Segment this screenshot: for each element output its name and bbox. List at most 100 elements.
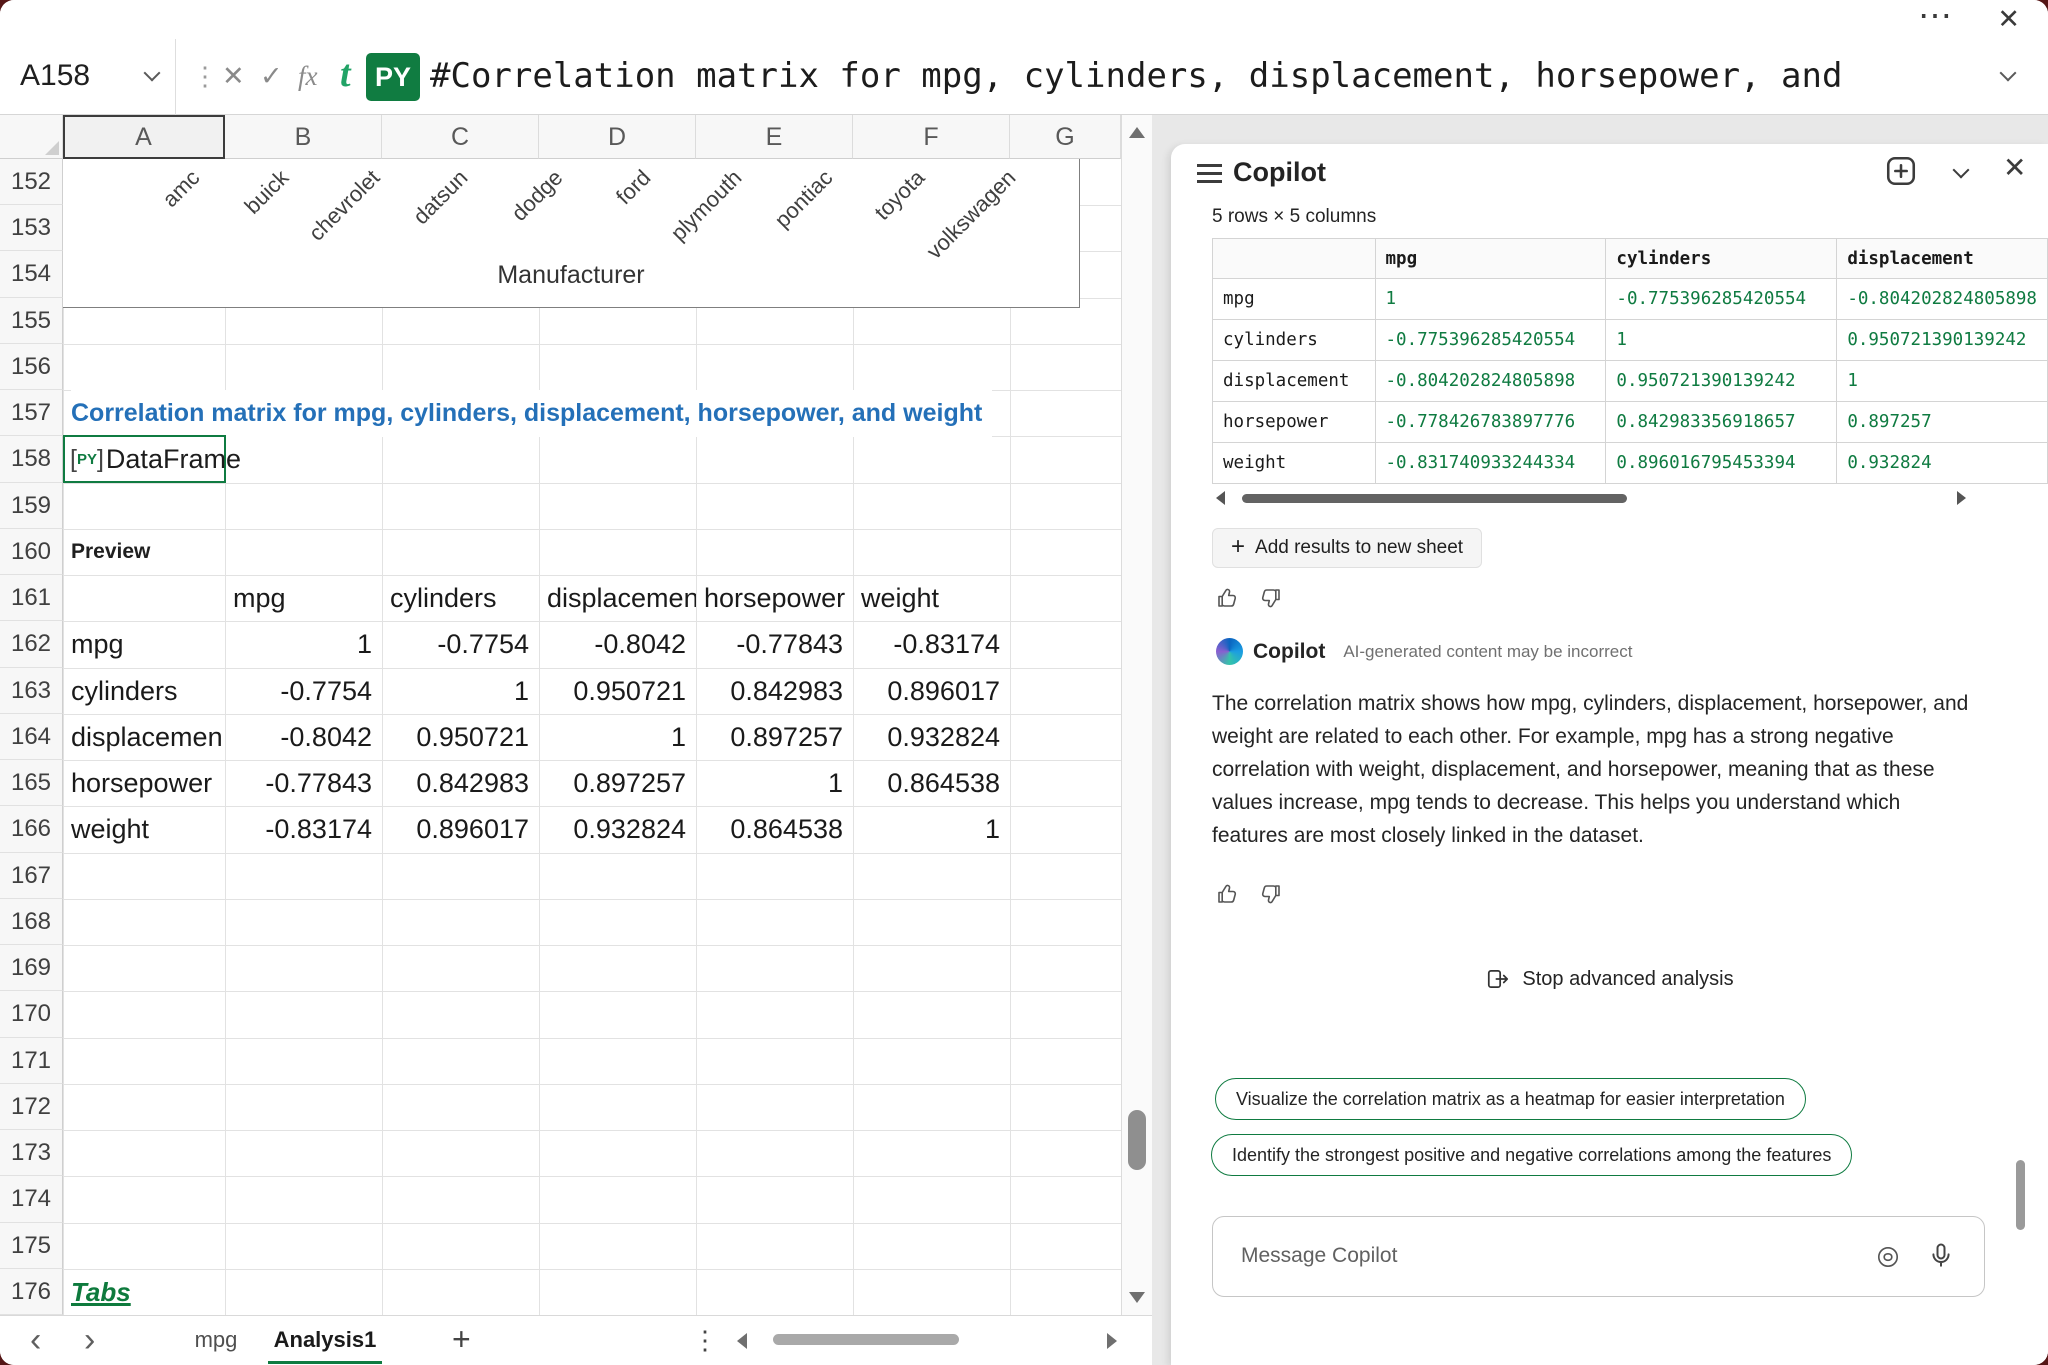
scroll-up-icon[interactable] (1129, 127, 1145, 138)
preview-cell: 0.950721 (543, 668, 686, 715)
sheet-nav-right-icon[interactable]: › (84, 1316, 95, 1364)
chevron-down-icon[interactable] (144, 65, 161, 82)
row-header-175[interactable]: 175 (0, 1223, 63, 1269)
table-scrollbar-thumb[interactable] (1242, 494, 1627, 503)
grid-hscrollbar-thumb[interactable] (773, 1334, 959, 1345)
sheet-nav-left-icon[interactable]: ‹ (30, 1316, 41, 1364)
copilot-close-icon[interactable]: ✕ (2003, 148, 2026, 188)
confirm-icon[interactable]: ✓ (260, 39, 283, 113)
select-all-corner[interactable] (0, 115, 63, 159)
row-header-157[interactable]: 157 (0, 390, 63, 436)
column-header-D[interactable]: D (539, 115, 696, 159)
column-header-E[interactable]: E (696, 115, 853, 159)
thumbs-up-icon[interactable] (1216, 586, 1240, 610)
column-header-A[interactable]: A (63, 115, 225, 159)
sheet-tab-analysis1[interactable]: Analysis1 (268, 1316, 382, 1364)
add-sheet-button[interactable]: + (452, 1316, 471, 1362)
collapse-pane-icon[interactable] (1953, 162, 1970, 179)
row-header-158[interactable]: 158 (0, 436, 63, 482)
preview-cell: 0.896017 (386, 806, 529, 853)
row-header-168[interactable]: 168 (0, 899, 63, 945)
python-addin-icon[interactable]: t (340, 39, 351, 109)
row-header-154[interactable]: 154 (0, 251, 63, 297)
row-header-166[interactable]: 166 (0, 806, 63, 852)
result-col-header: displacement (1837, 239, 2048, 279)
grid-vscrollbar-thumb[interactable] (1128, 1110, 1146, 1170)
insert-function-icon[interactable]: fx (298, 39, 318, 113)
sheet-menu-icon[interactable]: ⋮ (692, 1316, 718, 1364)
row-header-176[interactable]: 176 (0, 1269, 63, 1315)
table-scroll-left-icon[interactable] (1216, 491, 1225, 505)
gridline (63, 899, 1121, 900)
formula-bar-expand-icon[interactable] (2000, 65, 2017, 82)
preview-cell: 1 (700, 760, 843, 807)
row-header-161[interactable]: 161 (0, 575, 63, 621)
row-header-162[interactable]: 162 (0, 621, 63, 667)
row-header-167[interactable]: 167 (0, 853, 63, 899)
window-close-icon[interactable]: ✕ (1997, 4, 2020, 35)
drag-handle-icon: ⋮ (192, 39, 218, 113)
preview-cell: 0.896017 (857, 668, 1000, 715)
preview-cell: -0.8042 (229, 714, 372, 761)
sheet-tab-mpg[interactable]: mpg (170, 1316, 262, 1364)
row-header-165[interactable]: 165 (0, 760, 63, 806)
name-box[interactable]: A158 (0, 39, 176, 115)
embedded-chart[interactable]: amcbuickchevroletdatsundodgefordplymouth… (63, 159, 1080, 308)
row-header-169[interactable]: 169 (0, 945, 63, 991)
thumbs-up-icon[interactable] (1216, 882, 1240, 906)
row-header-172[interactable]: 172 (0, 1084, 63, 1130)
corner-triangle-icon (45, 141, 59, 155)
column-header-G[interactable]: G (1010, 115, 1121, 159)
hamburger-menu-icon[interactable] (1197, 164, 1222, 167)
grid-vertical-scrollbar[interactable] (1121, 115, 1152, 1315)
copilot-suggestion-pill[interactable]: Identify the strongest positive and nega… (1211, 1134, 1852, 1176)
preview-cell: 0.842983 (700, 668, 843, 715)
preview-cell: 0.864538 (857, 760, 1000, 807)
column-header-F[interactable]: F (853, 115, 1010, 159)
gridline (63, 991, 1121, 992)
row-header-163[interactable]: 163 (0, 668, 63, 714)
row-header-153[interactable]: 153 (0, 205, 63, 251)
copilot-input-icon[interactable] (1875, 1244, 1901, 1275)
thumbs-down-icon[interactable] (1258, 586, 1282, 610)
more-options-icon[interactable]: ⋯ (1918, 0, 1952, 36)
cancel-icon[interactable]: ✕ (222, 39, 245, 113)
microphone-icon[interactable] (1927, 1241, 1955, 1274)
column-header-C[interactable]: C (382, 115, 539, 159)
row-header-152[interactable]: 152 (0, 159, 63, 205)
grid-horizontal-scrollbar[interactable] (731, 1327, 1123, 1353)
row-header-160[interactable]: 160 (0, 529, 63, 575)
copilot-table-scrollbar[interactable] (1212, 489, 1970, 507)
copilot-message-input[interactable]: Message Copilot (1212, 1216, 1985, 1297)
scroll-right-icon[interactable] (1107, 1333, 1117, 1349)
copilot-vscrollbar-thumb[interactable] (2016, 1160, 2025, 1230)
column-header-B[interactable]: B (225, 115, 382, 159)
chart-axis-title: Manufacturer (63, 261, 1079, 290)
spreadsheet-grid[interactable]: ABCDEFG152153154155156157158159160161162… (0, 115, 1152, 1315)
table-scroll-right-icon[interactable] (1957, 491, 1966, 505)
preview-row-label: horsepower (71, 760, 223, 807)
row-header-170[interactable]: 170 (0, 991, 63, 1037)
scroll-left-icon[interactable] (737, 1333, 747, 1349)
row-header-159[interactable]: 159 (0, 483, 63, 529)
preview-cell: 1 (229, 621, 372, 668)
thumbs-down-icon[interactable] (1258, 882, 1282, 906)
stop-advanced-analysis-button[interactable]: Stop advanced analysis (1171, 966, 2048, 992)
add-results-button[interactable]: + Add results to new sheet (1212, 528, 1482, 568)
result-cell: -0.804202824805898 (1375, 361, 1606, 402)
name-box-value: A158 (20, 39, 90, 113)
row-header-174[interactable]: 174 (0, 1176, 63, 1222)
new-chat-icon[interactable] (1883, 153, 1919, 189)
scroll-down-icon[interactable] (1129, 1292, 1145, 1303)
preview-row-label: displacement (71, 714, 223, 761)
row-header-164[interactable]: 164 (0, 714, 63, 760)
copilot-response-text: The correlation matrix shows how mpg, cy… (1212, 687, 1974, 852)
row-header-171[interactable]: 171 (0, 1038, 63, 1084)
gridline (63, 1269, 1121, 1270)
copilot-suggestion-pill[interactable]: Visualize the correlation matrix as a he… (1215, 1078, 1806, 1120)
sheet-tab-bar: ‹ › mpg Analysis1 + ⋮ (0, 1315, 1152, 1365)
tabs-note: Tabs (71, 1271, 131, 1313)
row-header-173[interactable]: 173 (0, 1130, 63, 1176)
active-cell-a158[interactable]: [PY]DataFrame (63, 435, 226, 483)
formula-input[interactable]: #Correlation matrix for mpg, cylinders, … (430, 39, 1990, 113)
